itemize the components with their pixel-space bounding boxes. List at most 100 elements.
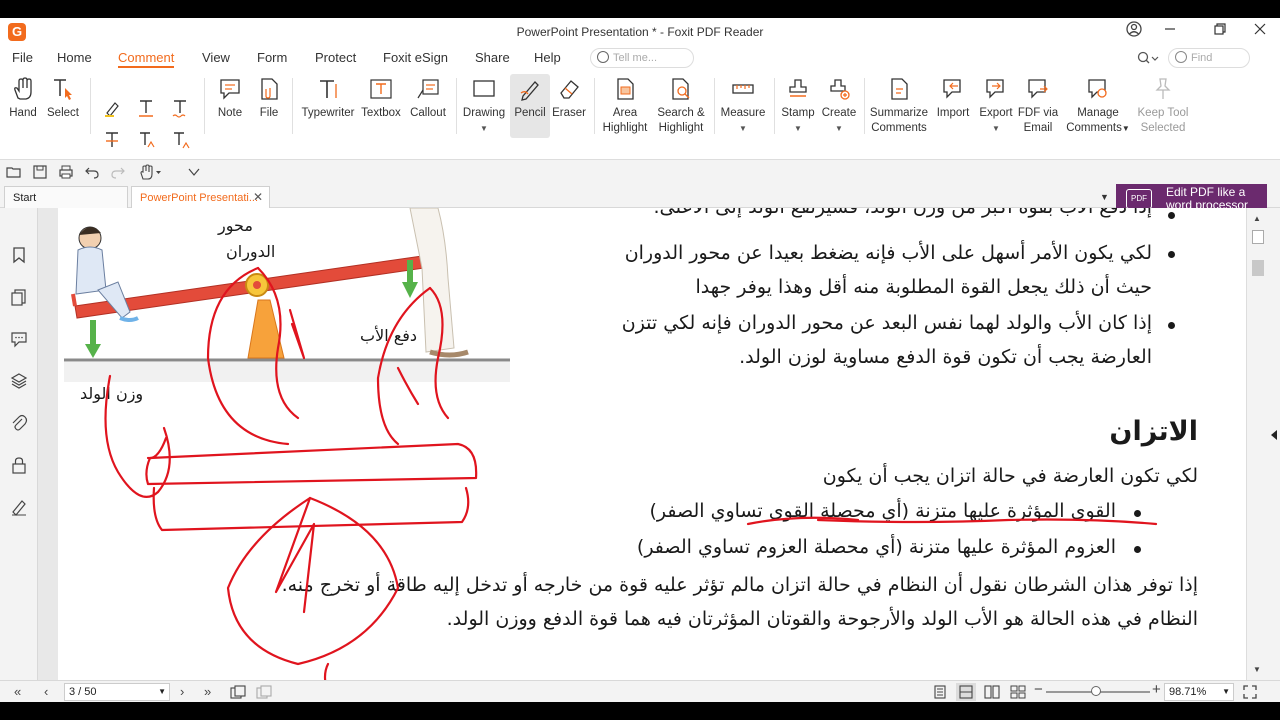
split-view-icon[interactable] bbox=[256, 685, 272, 702]
hand-tool-button[interactable]: Hand bbox=[4, 74, 42, 138]
vertical-scrollbar[interactable]: ▲ ▼ bbox=[1246, 208, 1268, 680]
menu-view[interactable]: View bbox=[202, 50, 230, 65]
previous-page-icon[interactable]: ‹ bbox=[44, 685, 48, 699]
strikeout-text-icon[interactable] bbox=[102, 130, 122, 150]
collapse-right-panel-icon[interactable] bbox=[1271, 430, 1277, 440]
tell-me-search[interactable]: Tell me... bbox=[590, 48, 694, 68]
ribbon-separator bbox=[594, 78, 595, 134]
create-label: Create bbox=[821, 107, 857, 119]
open-folder-icon[interactable] bbox=[6, 164, 22, 180]
continuous-view-icon[interactable] bbox=[956, 683, 976, 701]
close-button[interactable] bbox=[1240, 20, 1280, 44]
search-options-icon[interactable] bbox=[1136, 50, 1160, 66]
scroll-up-icon[interactable]: ▲ bbox=[1253, 215, 1263, 223]
comments-panel-icon[interactable] bbox=[10, 330, 28, 348]
last-page-icon[interactable]: » bbox=[204, 685, 211, 699]
pencil-button[interactable]: Pencil bbox=[510, 74, 550, 138]
replace-text-icon[interactable] bbox=[136, 130, 156, 150]
eraser-button[interactable]: Eraser bbox=[550, 74, 588, 138]
minimize-button[interactable] bbox=[1150, 20, 1190, 44]
rectangle-icon bbox=[473, 80, 495, 97]
menu-help[interactable]: Help bbox=[534, 50, 561, 65]
find-input[interactable]: Find bbox=[1168, 48, 1250, 68]
tab-powerpoint-presentation[interactable]: PowerPoint Presentati... ✕ bbox=[131, 186, 270, 208]
menu-foxit-esign[interactable]: Foxit eSign bbox=[383, 50, 448, 65]
highlight-icon[interactable] bbox=[102, 98, 122, 118]
page-number-input[interactable]: 3 / 50 ▼ bbox=[64, 683, 170, 701]
continuous-facing-view-icon[interactable] bbox=[1010, 685, 1026, 702]
callout-button[interactable]: Callout bbox=[404, 74, 452, 138]
export-button[interactable]: Export ▼ bbox=[976, 74, 1016, 138]
keep-tool-selected-button[interactable]: Keep Tool Selected bbox=[1134, 74, 1192, 138]
hand-label: Hand bbox=[9, 107, 37, 119]
menu-form[interactable]: Form bbox=[257, 50, 287, 65]
manage-comments-button[interactable]: Manage Comments▼ bbox=[1064, 74, 1132, 138]
menu-comment[interactable]: Comment bbox=[118, 50, 175, 68]
tab-start[interactable]: Start bbox=[4, 186, 128, 208]
hand-icon bbox=[14, 77, 32, 100]
menu-share[interactable]: Share bbox=[475, 50, 510, 65]
scroll-thumb[interactable] bbox=[1252, 260, 1264, 276]
squiggly-text-icon[interactable] bbox=[170, 98, 190, 118]
manage-comments-label-1: Manage bbox=[1077, 107, 1119, 119]
search-highlight-button[interactable]: Search & Highlight bbox=[654, 74, 708, 138]
single-page-view-icon[interactable] bbox=[932, 685, 948, 702]
facing-view-icon[interactable] bbox=[984, 685, 1000, 702]
underline-text-icon[interactable] bbox=[136, 98, 156, 118]
title-bar: G PowerPoint Presentation * - Foxit PDF … bbox=[0, 18, 1280, 46]
fullscreen-icon[interactable] bbox=[1242, 684, 1258, 702]
create-stamp-icon bbox=[830, 79, 850, 100]
menu-home[interactable]: Home bbox=[57, 50, 92, 65]
customize-toolbar-icon[interactable] bbox=[186, 164, 202, 180]
fdf-via-email-button[interactable]: FDF via Email bbox=[1016, 74, 1060, 138]
area-highlight-button[interactable]: Area Highlight bbox=[598, 74, 652, 138]
page-number-value: 3 / 50 bbox=[69, 686, 97, 698]
zoom-level-select[interactable]: 98.71% ▼ bbox=[1164, 683, 1234, 701]
menu-protect[interactable]: Protect bbox=[315, 50, 356, 65]
chevron-down-icon: ▼ bbox=[992, 124, 1000, 133]
app-window: G PowerPoint Presentation * - Foxit PDF … bbox=[0, 18, 1280, 702]
insert-text-icon[interactable] bbox=[170, 130, 190, 150]
stamp-button[interactable]: Stamp ▼ bbox=[778, 74, 818, 138]
first-page-icon[interactable]: « bbox=[14, 685, 21, 699]
signature-icon[interactable] bbox=[10, 498, 28, 516]
select-tool-button[interactable]: Select bbox=[44, 74, 82, 138]
drawing-button[interactable]: Drawing ▼ bbox=[460, 74, 508, 138]
view-window-icon[interactable] bbox=[230, 685, 246, 702]
file-attach-button[interactable]: File bbox=[250, 74, 288, 138]
security-lock-icon[interactable] bbox=[10, 456, 28, 474]
create-button[interactable]: Create ▼ bbox=[818, 74, 860, 138]
pages-icon[interactable] bbox=[10, 288, 28, 306]
summarize-comments-button[interactable]: Summarize Comments bbox=[868, 74, 930, 138]
undo-icon[interactable] bbox=[84, 164, 100, 180]
note-button[interactable]: Note bbox=[210, 74, 250, 138]
scroll-down-icon[interactable]: ▼ bbox=[1253, 666, 1263, 674]
import-button[interactable]: Import bbox=[932, 74, 974, 138]
account-icon[interactable] bbox=[1114, 20, 1154, 44]
hand-tool-dropdown-icon[interactable] bbox=[138, 164, 164, 180]
save-icon[interactable] bbox=[32, 164, 48, 180]
measure-button[interactable]: Measure ▼ bbox=[718, 74, 768, 138]
lightbulb-icon bbox=[597, 51, 609, 63]
zoom-in-icon[interactable]: + bbox=[1152, 682, 1161, 697]
print-icon[interactable] bbox=[58, 164, 74, 180]
layers-icon[interactable] bbox=[10, 372, 28, 390]
attachment-icon[interactable] bbox=[10, 414, 28, 432]
zoom-out-icon[interactable]: − bbox=[1034, 682, 1043, 697]
scroll-top-marker[interactable] bbox=[1252, 230, 1264, 244]
chevron-down-icon: ▼ bbox=[1121, 124, 1130, 133]
close-tab-icon[interactable]: ✕ bbox=[253, 190, 263, 204]
document-viewer[interactable]: محور الدوران دفع الأب وزن الولد إذا دفع … bbox=[38, 208, 1246, 680]
zoom-slider-thumb[interactable] bbox=[1091, 686, 1101, 696]
pencil-ink-annotations bbox=[104, 266, 1158, 680]
restore-button[interactable] bbox=[1200, 20, 1240, 44]
area-highlight-label-2: Highlight bbox=[602, 122, 648, 134]
menu-file[interactable]: File bbox=[12, 50, 33, 65]
next-page-icon[interactable]: › bbox=[180, 685, 184, 699]
textbox-button[interactable]: Textbox bbox=[358, 74, 404, 138]
redo-icon[interactable] bbox=[110, 164, 126, 180]
bookmark-icon[interactable] bbox=[10, 246, 28, 264]
summarize-label-1: Summarize bbox=[869, 107, 929, 119]
typewriter-button[interactable]: Typewriter bbox=[298, 74, 358, 138]
tabs-dropdown-icon[interactable]: ▼ bbox=[1100, 192, 1109, 202]
